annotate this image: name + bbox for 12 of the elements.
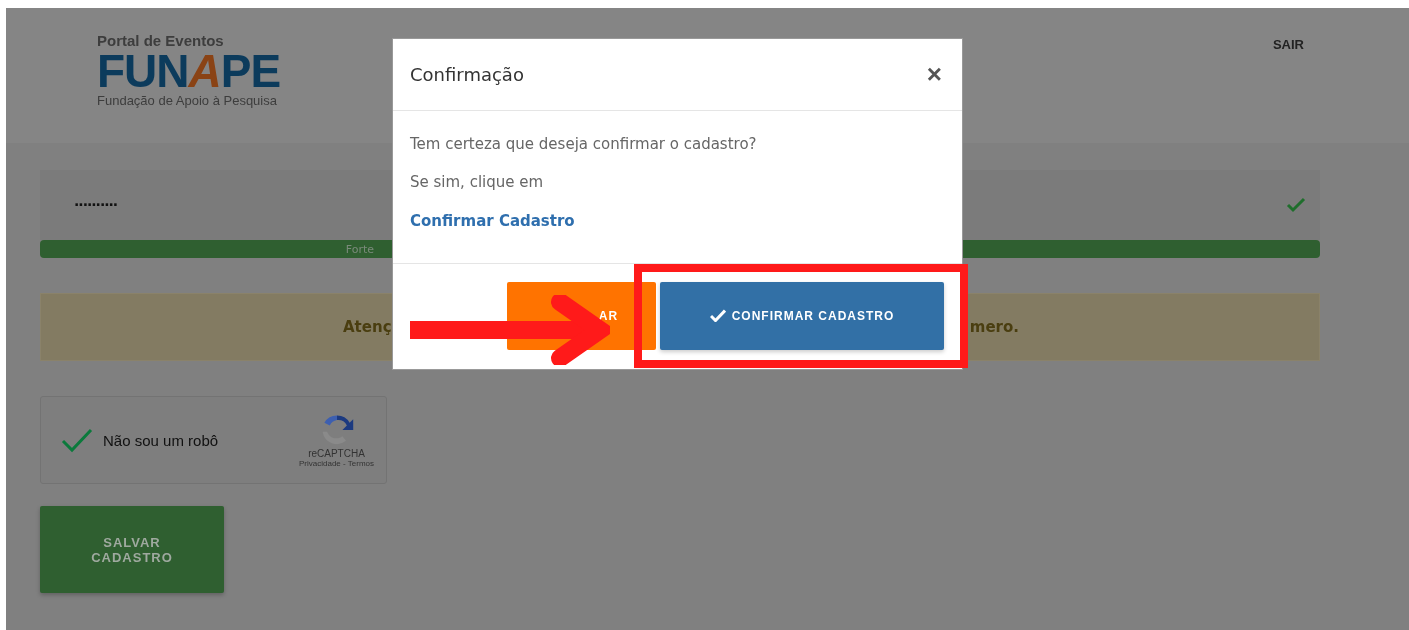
captcha-brand: reCAPTCHA — [308, 448, 365, 459]
alert-text: mero. — [969, 318, 1019, 336]
dialog-text: Tem certeza que deseja confirmar o cadastro? — [410, 134, 758, 153]
alert-text: Atenç — [343, 318, 392, 336]
logo-tagline: Fundação de Apoio à Pesquisa — [97, 93, 278, 108]
dialog-title: Confirmação — [410, 63, 524, 85]
password-value: ·········· — [74, 197, 118, 213]
logo-caption: Portal de Eventos — [97, 32, 225, 49]
logo-wordmark: FUNAPE — [97, 49, 281, 93]
captcha-label: Não sou um robô — [103, 431, 220, 449]
dialog-text: Se sim, clique em — [410, 172, 545, 191]
strength-label: Forte — [345, 242, 375, 256]
